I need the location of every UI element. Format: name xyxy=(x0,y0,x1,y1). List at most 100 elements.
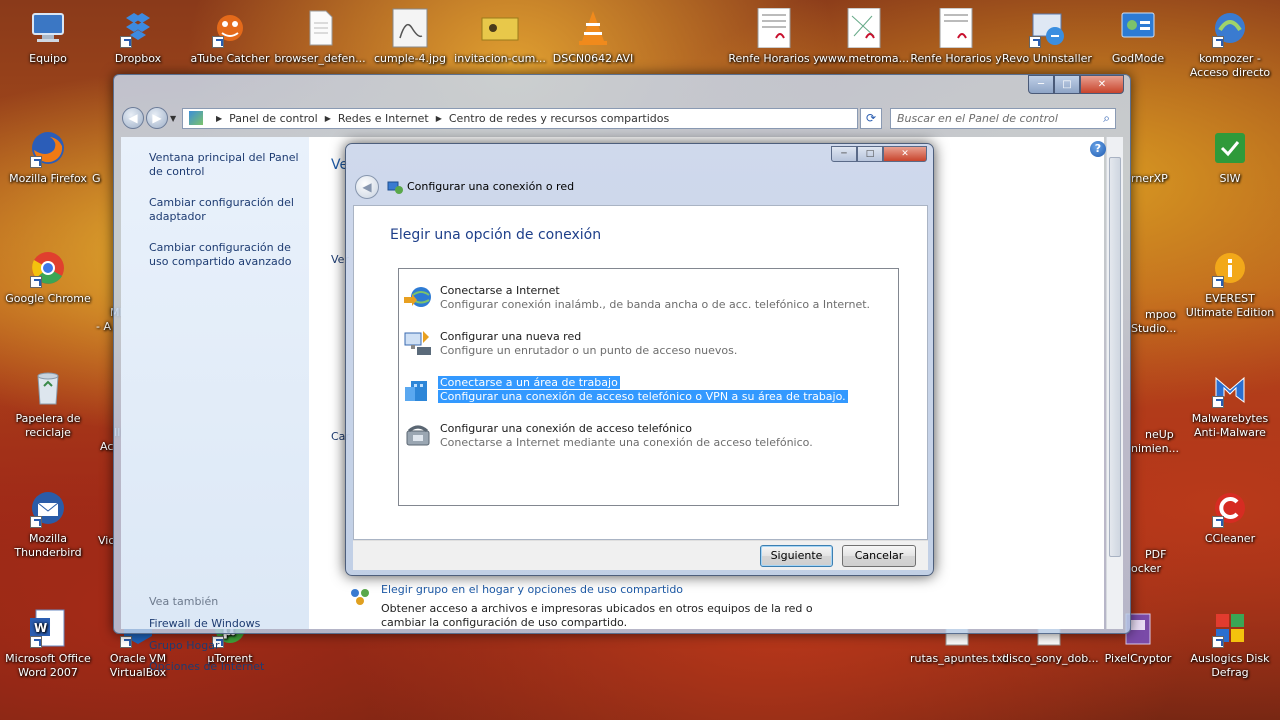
desktop-icon-partial-neup[interactable]: neUp nimien... xyxy=(1131,414,1181,470)
desktop-icon-label: PixelCryptor xyxy=(1104,652,1172,665)
desktop-icon-word[interactable]: W Microsoft Office Word 2007 xyxy=(2,608,94,680)
desktop-icon-auslogics[interactable]: Auslogics Disk Defrag xyxy=(1184,608,1276,680)
desktop-icon-chrome[interactable]: Google Chrome xyxy=(2,248,94,306)
cancel-button[interactable]: Cancelar xyxy=(842,545,916,567)
desktop-icon-partial-mpoo[interactable]: mpoo Studio... xyxy=(1131,294,1181,350)
svg-text:W: W xyxy=(34,621,47,635)
search-icon[interactable]: ⌕ xyxy=(1103,111,1110,126)
homegroup-link[interactable]: Elegir grupo en el hogar y opciones de u… xyxy=(381,583,683,596)
desktop-icon-renfe-2[interactable]: Renfe Horarios y xyxy=(910,7,1002,66)
chevron-right-icon[interactable]: ▶ xyxy=(325,114,331,123)
desktop-icon-renfe-1[interactable]: Renfe Horarios y xyxy=(728,7,820,66)
desktop-icon-firefox[interactable]: Mozilla Firefox xyxy=(2,128,94,186)
search-placeholder: Buscar en el Panel de control xyxy=(897,111,1058,125)
breadcrumb-item[interactable]: Panel de control xyxy=(229,112,318,125)
desktop-icon-recycle-bin[interactable]: Papelera de reciclaje xyxy=(2,368,94,440)
pdf-icon xyxy=(936,7,976,49)
search-input[interactable]: Buscar en el Panel de control ⌕ xyxy=(890,107,1116,129)
desktop-icon-label: rutas_apuntes.txt xyxy=(910,652,1007,665)
desktop-icon-invitacion[interactable]: invitacion-cum... xyxy=(454,8,546,66)
minimize-button[interactable]: ─ xyxy=(1028,75,1054,94)
history-dropdown-icon[interactable]: ▼ xyxy=(170,114,180,123)
chrome-icon xyxy=(28,248,68,288)
connection-options-list: Conectarse a Internet Configurar conexió… xyxy=(398,268,899,506)
pdf-icon xyxy=(754,7,794,49)
sidebar: Ventana principal del Panel de control C… xyxy=(121,137,309,673)
help-icon[interactable]: ? xyxy=(1090,141,1106,157)
chevron-right-icon[interactable]: ▶ xyxy=(436,114,442,123)
dialog-minimize-button[interactable]: ─ xyxy=(831,146,857,162)
option-new-network[interactable]: Configurar una nueva red Configure un en… xyxy=(403,327,803,359)
option-title: Configurar una nueva red xyxy=(440,330,582,343)
desktop-icon-everest[interactable]: EVEREST Ultimate Edition xyxy=(1184,248,1276,320)
see-also-heading: Vea también xyxy=(149,595,219,608)
breadcrumb-item[interactable]: Centro de redes y recursos compartidos xyxy=(449,112,669,125)
desktop-icon-browser-defen[interactable]: browser_defen... xyxy=(274,8,366,66)
option-workplace[interactable]: Conectarse a un área de trabajo Configur… xyxy=(403,373,848,405)
maximize-button[interactable]: □ xyxy=(1054,75,1080,94)
file-icon xyxy=(300,8,340,48)
sidebar-link-control-panel-home[interactable]: Ventana principal del Panel de control xyxy=(149,151,301,179)
option-description: Conectarse a Internet mediante una conex… xyxy=(440,436,813,449)
desktop-icon-label: GodMode xyxy=(1111,52,1165,65)
next-button[interactable]: Siguiente xyxy=(760,545,833,567)
desktop-icon-equipo[interactable]: Equipo xyxy=(2,8,94,66)
sidebar-link-firewall[interactable]: Firewall de Windows xyxy=(149,617,260,630)
sidebar-link-adapter-settings[interactable]: Cambiar configuración del adaptador xyxy=(149,196,301,224)
sidebar-link-internet-options[interactable]: Opciones de Internet xyxy=(149,660,264,673)
desktop-icon-label: Dropbox xyxy=(114,52,162,65)
desktop-icon-label: Renfe Horarios y xyxy=(728,52,820,65)
desktop-icon-siw[interactable]: SIW xyxy=(1184,128,1276,186)
desktop-icon-label: CCleaner xyxy=(1204,532,1256,545)
option-dialup[interactable]: Configurar una conexión de acceso telefó… xyxy=(403,419,813,451)
desktop-icon-revo[interactable]: Revo Uninstaller xyxy=(1001,8,1093,66)
desktop-icon-kompozer[interactable]: kompozer - Acceso directo xyxy=(1184,8,1276,80)
option-title: Conectarse a un área de trabajo xyxy=(438,376,620,389)
scrollbar-thumb[interactable] xyxy=(1109,157,1121,557)
address-bar[interactable]: ▶ Panel de control ▶ Redes e Internet ▶ … xyxy=(182,107,858,129)
siw-icon xyxy=(1210,128,1250,168)
sidebar-link-homegroup[interactable]: Grupo Hogar xyxy=(149,639,219,652)
sidebar-link-advanced-sharing[interactable]: Cambiar configuración de uso compartido … xyxy=(149,241,301,269)
desktop-icon-label: browser_defen... xyxy=(274,52,366,65)
option-description: Configurar una conexión de acceso telefó… xyxy=(438,390,848,403)
desktop-icon-metroma[interactable]: www.metroma... xyxy=(818,7,910,66)
desktop-icon-atube[interactable]: aTube Catcher xyxy=(184,8,276,66)
desktop-icon-malwarebytes[interactable]: Malwarebytes Anti-Malware xyxy=(1184,368,1276,440)
homegroup-icon xyxy=(351,589,369,605)
desktop-icon-label: Google Chrome xyxy=(5,292,91,305)
desktop-icon-godmode[interactable]: GodMode xyxy=(1092,8,1184,66)
forward-button[interactable]: ▶ xyxy=(146,107,168,129)
desktop-icon-dropbox[interactable]: Dropbox xyxy=(92,8,184,66)
breadcrumb-item[interactable]: Redes e Internet xyxy=(338,112,429,125)
back-button[interactable]: ◀ xyxy=(122,107,144,129)
dialog-title: Configurar una conexión o red xyxy=(407,180,575,193)
image-icon xyxy=(480,8,520,48)
control-panel-icon xyxy=(1118,8,1158,48)
dialog-window-controls: ─ □ ✕ xyxy=(831,146,927,162)
dialog-close-button[interactable]: ✕ xyxy=(883,146,927,162)
desktop-icon-partial-rnerxp[interactable]: rnerXP xyxy=(1131,172,1181,186)
desktop-icon-partial-pdf-ocker[interactable]: PDF ocker xyxy=(1131,534,1181,590)
desktop-icon-label: invitacion-cum... xyxy=(454,52,546,65)
wizard-back-button[interactable]: ◀ xyxy=(355,175,379,199)
desktop-icon-ccleaner[interactable]: CCleaner xyxy=(1184,488,1276,546)
desktop-icon-dscn[interactable]: DSCN0642.AVI xyxy=(547,8,639,66)
option-description: Configure un enrutador o un punto de acc… xyxy=(440,344,738,357)
refresh-icon[interactable]: ⟳ xyxy=(860,107,882,129)
option-connect-internet[interactable]: Conectarse a Internet Configurar conexió… xyxy=(403,281,870,313)
desktop-icon-label: Malwarebytes Anti-Malware xyxy=(1191,412,1269,439)
chevron-right-icon[interactable]: ▶ xyxy=(216,114,222,123)
window-controls: ─ □ ✕ xyxy=(1028,75,1124,94)
vertical-scrollbar[interactable] xyxy=(1106,137,1123,629)
desktop-icon-label: disco_sony_dob... xyxy=(1002,652,1099,665)
desktop-icon-label: Renfe Horarios y xyxy=(910,52,1002,65)
new-network-icon xyxy=(404,331,431,355)
desktop-icon-thunderbird[interactable]: Mozilla Thunderbird xyxy=(2,488,94,560)
desktop-icon-label: Equipo xyxy=(29,52,67,65)
navigation-bar: ◀ ▶ ▼ ▶ Panel de control ▶ Redes e Inter… xyxy=(122,107,1124,129)
desktop-icon-cumple[interactable]: cumple-4.jpg xyxy=(364,8,456,66)
close-button[interactable]: ✕ xyxy=(1080,75,1124,94)
option-description: Configurar conexión inalámb., de banda a… xyxy=(440,298,871,311)
computer-icon xyxy=(28,8,68,48)
